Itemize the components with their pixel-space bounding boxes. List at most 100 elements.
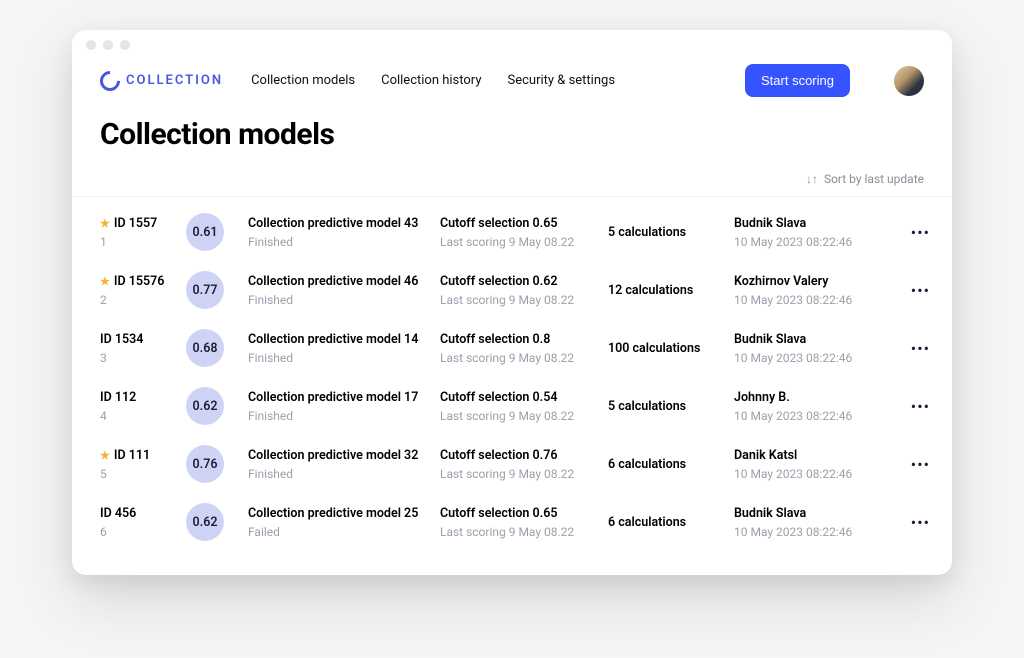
last-scoring: Last scoring 9 May 08.22 — [440, 409, 600, 423]
calculation-count: 6 calculations — [608, 515, 726, 530]
timestamp: 10 May 2023 08:22:46 — [734, 409, 894, 423]
nav-collection-models[interactable]: Collection models — [251, 73, 355, 88]
score-badge: 0.61 — [186, 213, 224, 251]
model-name: Collection predictive model 17 — [248, 390, 432, 405]
model-status: Finished — [248, 467, 432, 481]
model-status: Finished — [248, 293, 432, 307]
model-cell: Collection predictive model 32 Finished — [248, 448, 432, 481]
calculation-count: 5 calculations — [608, 399, 726, 414]
row-index: 5 — [100, 467, 178, 481]
row-index: 4 — [100, 409, 178, 423]
cutoff-value: Cutoff selection 0.76 — [440, 448, 600, 463]
more-icon[interactable]: ••• — [902, 223, 930, 242]
model-cell: Collection predictive model 25 Failed — [248, 506, 432, 539]
window-control-zoom[interactable] — [120, 40, 130, 50]
id-cell: ID 456 6 — [100, 506, 178, 539]
cutoff-cell: Cutoff selection 0.54 Last scoring 9 May… — [440, 390, 600, 423]
nav-links: Collection models Collection history Sec… — [251, 73, 615, 88]
cutoff-value: Cutoff selection 0.54 — [440, 390, 600, 405]
calculation-count: 6 calculations — [608, 457, 726, 472]
cutoff-cell: Cutoff selection 0.76 Last scoring 9 May… — [440, 448, 600, 481]
model-name: Collection predictive model 32 — [248, 448, 432, 463]
cutoff-value: Cutoff selection 0.65 — [440, 216, 600, 231]
table-row[interactable]: ★ ID 1557 1 0.61 Collection predictive m… — [72, 203, 952, 261]
model-name: Collection predictive model 46 — [248, 274, 432, 289]
logo-text: COLLECTION — [126, 73, 223, 88]
avatar[interactable] — [894, 66, 924, 96]
star-icon: ★ — [100, 217, 110, 230]
table-row[interactable]: ID 112 4 0.62 Collection predictive mode… — [72, 377, 952, 435]
calc-cell: 6 calculations — [608, 457, 726, 472]
model-status: Finished — [248, 351, 432, 365]
score-badge: 0.62 — [186, 503, 224, 541]
cutoff-cell: Cutoff selection 0.8 Last scoring 9 May … — [440, 332, 600, 365]
timestamp: 10 May 2023 08:22:46 — [734, 525, 894, 539]
window-control-minimize[interactable] — [103, 40, 113, 50]
more-icon[interactable]: ••• — [902, 281, 930, 300]
model-name: Collection predictive model 43 — [248, 216, 432, 231]
star-icon: ★ — [100, 449, 110, 462]
score-badge: 0.76 — [186, 445, 224, 483]
id-cell: ★ ID 15576 2 — [100, 274, 178, 307]
score-badge: 0.62 — [186, 387, 224, 425]
logo[interactable]: COLLECTION — [100, 71, 223, 91]
app-window: COLLECTION Collection models Collection … — [72, 30, 952, 575]
model-name: Collection predictive model 25 — [248, 506, 432, 521]
last-scoring: Last scoring 9 May 08.22 — [440, 351, 600, 365]
calc-cell: 5 calculations — [608, 399, 726, 414]
nav-security-settings[interactable]: Security & settings — [507, 73, 615, 88]
top-nav: COLLECTION Collection models Collection … — [72, 56, 952, 111]
model-status: Failed — [248, 525, 432, 539]
table-row[interactable]: ★ ID 15576 2 0.77 Collection predictive … — [72, 261, 952, 319]
sort-icon: ↓↑ — [806, 172, 818, 186]
model-list: ★ ID 1557 1 0.61 Collection predictive m… — [72, 197, 952, 575]
owner-cell: Danik Katsl 10 May 2023 08:22:46 — [734, 448, 894, 481]
table-row[interactable]: ID 456 6 0.62 Collection predictive mode… — [72, 493, 952, 551]
model-cell: Collection predictive model 14 Finished — [248, 332, 432, 365]
owner-cell: Budnik Slava 10 May 2023 08:22:46 — [734, 332, 894, 365]
model-cell: Collection predictive model 43 Finished — [248, 216, 432, 249]
row-index: 2 — [100, 293, 178, 307]
score-badge: 0.77 — [186, 271, 224, 309]
model-id: ID 112 — [100, 390, 136, 405]
owner-name: Danik Katsl — [734, 448, 894, 463]
row-index: 3 — [100, 351, 178, 365]
sort-bar[interactable]: ↓↑ Sort by last update — [72, 172, 952, 197]
id-cell: ID 1534 3 — [100, 332, 178, 365]
calc-cell: 100 calculations — [608, 341, 726, 356]
id-cell: ID 112 4 — [100, 390, 178, 423]
model-id: ID 111 — [114, 448, 150, 463]
owner-name: Budnik Slava — [734, 216, 894, 231]
calculation-count: 100 calculations — [608, 341, 726, 356]
timestamp: 10 May 2023 08:22:46 — [734, 293, 894, 307]
nav-collection-history[interactable]: Collection history — [381, 73, 481, 88]
row-index: 1 — [100, 235, 178, 249]
star-icon: ★ — [100, 275, 110, 288]
more-icon[interactable]: ••• — [902, 455, 930, 474]
more-icon[interactable]: ••• — [902, 339, 930, 358]
model-status: Finished — [248, 409, 432, 423]
cutoff-cell: Cutoff selection 0.65 Last scoring 9 May… — [440, 216, 600, 249]
id-cell: ★ ID 111 5 — [100, 448, 178, 481]
start-scoring-button[interactable]: Start scoring — [745, 64, 850, 97]
last-scoring: Last scoring 9 May 08.22 — [440, 525, 600, 539]
model-status: Finished — [248, 235, 432, 249]
sort-label: Sort by last update — [824, 172, 924, 186]
model-id: ID 1534 — [100, 332, 143, 347]
owner-cell: Budnik Slava 10 May 2023 08:22:46 — [734, 216, 894, 249]
last-scoring: Last scoring 9 May 08.22 — [440, 293, 600, 307]
owner-name: Johnny B. — [734, 390, 894, 405]
table-row[interactable]: ★ ID 111 5 0.76 Collection predictive mo… — [72, 435, 952, 493]
timestamp: 10 May 2023 08:22:46 — [734, 351, 894, 365]
model-cell: Collection predictive model 46 Finished — [248, 274, 432, 307]
model-cell: Collection predictive model 17 Finished — [248, 390, 432, 423]
more-icon[interactable]: ••• — [902, 397, 930, 416]
score-badge: 0.68 — [186, 329, 224, 367]
cutoff-cell: Cutoff selection 0.65 Last scoring 9 May… — [440, 506, 600, 539]
window-control-close[interactable] — [86, 40, 96, 50]
table-row[interactable]: ID 1534 3 0.68 Collection predictive mod… — [72, 319, 952, 377]
more-icon[interactable]: ••• — [902, 513, 930, 532]
calc-cell: 12 calculations — [608, 283, 726, 298]
model-id: ID 1557 — [114, 216, 157, 231]
cutoff-value: Cutoff selection 0.62 — [440, 274, 600, 289]
